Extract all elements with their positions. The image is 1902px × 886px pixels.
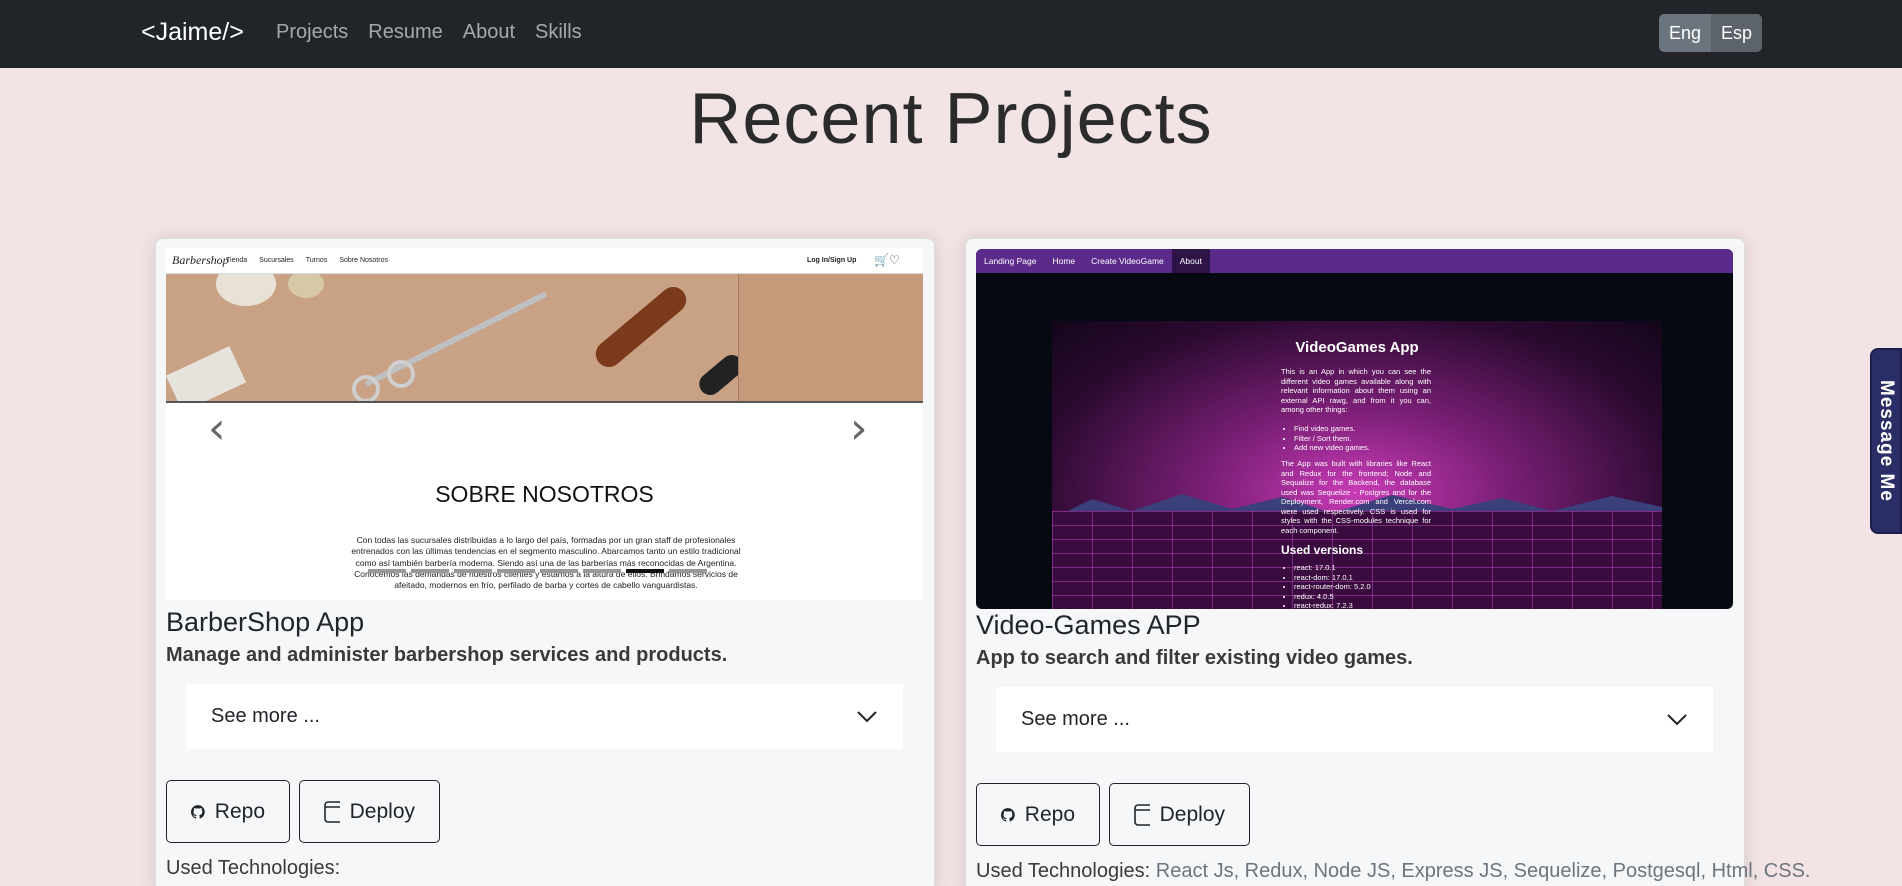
- browser-window-icon: [1134, 803, 1150, 826]
- screenshot-stack: The App was built with libraries like Re…: [1281, 459, 1431, 535]
- hero-next-slide: [738, 274, 923, 403]
- screenshot-nav-item: Home: [1052, 256, 1076, 266]
- carousel-prev-icon[interactable]: ‹: [208, 403, 226, 454]
- screenshot-nav-item: Sobre Nosotros: [339, 257, 388, 264]
- screenshot-nav-item-active: About: [1171, 249, 1210, 273]
- see-more-label: See more ...: [1021, 708, 1130, 730]
- used-technologies-label: Used Technologies:: [166, 857, 341, 879]
- nav-link-about[interactable]: About: [463, 21, 515, 44]
- screenshot-navbar: Barbershop Tienda Sucursales Turnos Sobr…: [166, 248, 923, 274]
- carousel-indicator[interactable]: [540, 569, 578, 573]
- project-card-videogames: Landing Page Home Create VideoGame About…: [965, 238, 1810, 886]
- deploy-button[interactable]: Deploy: [1109, 783, 1250, 846]
- screenshot-navbar: Landing Page Home Create VideoGame About: [976, 249, 1733, 273]
- see-more-accordion[interactable]: See more ...: [186, 684, 903, 749]
- screenshot-nav-item: Sucursales: [259, 257, 294, 264]
- message-me-label: Message Me: [1876, 380, 1897, 502]
- carousel-indicator-active[interactable]: [626, 569, 664, 573]
- deploy-button-label: Deploy: [349, 799, 415, 823]
- project-title: Video-Games APP: [976, 610, 1201, 640]
- screenshot-versions: react: 17.0.1 react-dom: 17.0.1 react-ro…: [1294, 563, 1371, 609]
- carousel-indicator[interactable]: [497, 569, 535, 573]
- lang-esp-button[interactable]: Esp: [1711, 14, 1763, 52]
- carousel-indicator[interactable]: [583, 569, 621, 573]
- project-description: Manage and administer barbershop service…: [166, 644, 728, 666]
- nav-links: Projects Resume About Skills: [276, 21, 582, 44]
- carousel-indicators: [368, 569, 707, 573]
- deploy-button[interactable]: Deploy: [299, 780, 440, 843]
- used-technologies: Used Technologies:: [166, 857, 340, 880]
- screenshot-heading: SOBRE NOSOTROS: [435, 481, 654, 507]
- project-card-barbershop: Barbershop Tienda Sucursales Turnos Sobr…: [155, 238, 935, 886]
- used-technologies: Used Technologies: React Js, Redux, Node…: [976, 860, 1810, 883]
- screenshot-versions-title: Used versions: [1281, 543, 1364, 557]
- screenshot-nav-item: Landing Page: [984, 256, 1037, 266]
- repo-button[interactable]: Repo: [976, 783, 1100, 846]
- nav-link-projects[interactable]: Projects: [276, 21, 348, 44]
- project-description: App to search and filter existing video …: [976, 647, 1413, 669]
- screenshot-nav-item: Turnos: [305, 257, 328, 264]
- carousel-indicator[interactable]: [368, 569, 406, 573]
- repo-button-label: Repo: [1024, 802, 1075, 826]
- nav-link-resume[interactable]: Resume: [368, 21, 442, 44]
- github-icon: [191, 804, 205, 819]
- page-title: Recent Projects: [689, 79, 1213, 159]
- carousel-indicator[interactable]: [669, 569, 707, 573]
- screenshot-login: Log In/Sign Up: [807, 257, 857, 264]
- screenshot-paragraph: Con todas las sucursales distribuidas a …: [351, 535, 741, 591]
- feature-item: Find video games.: [1294, 424, 1370, 434]
- see-more-label: See more ...: [211, 705, 320, 727]
- version-item: react-redux: 7.2.3: [1294, 601, 1371, 609]
- github-icon: [1001, 807, 1015, 822]
- see-more-accordion[interactable]: See more ...: [996, 687, 1713, 752]
- screenshot-hero-image: [166, 274, 923, 403]
- feature-item: Filter / Sort them.: [1294, 434, 1370, 444]
- chevron-down-icon: [857, 710, 877, 722]
- brand-logo[interactable]: <Jaime/>: [141, 18, 244, 47]
- screenshot-title: VideoGames App: [1295, 339, 1419, 356]
- carousel-next-icon[interactable]: ›: [850, 403, 868, 454]
- project-screenshot: Barbershop Tienda Sucursales Turnos Sobr…: [166, 248, 923, 600]
- carousel-indicator[interactable]: [411, 569, 449, 573]
- navbar: <Jaime/> Projects Resume About Skills En…: [0, 0, 1902, 68]
- deploy-button-label: Deploy: [1159, 802, 1225, 826]
- message-me-tab[interactable]: Message Me: [1870, 348, 1902, 534]
- screenshot-features: Find video games. Filter / Sort them. Ad…: [1294, 424, 1370, 453]
- carousel-indicator[interactable]: [454, 569, 492, 573]
- version-item: react-router-dom: 5.2.0: [1294, 582, 1371, 592]
- used-technologies-value: React Js, Redux, Node JS, Express JS, Se…: [1155, 860, 1811, 882]
- used-technologies-label: Used Technologies:: [976, 860, 1151, 882]
- nav-link-skills[interactable]: Skills: [535, 21, 582, 44]
- version-item: redux: 4.0.5: [1294, 592, 1371, 602]
- version-item: react-dom: 17.0.1: [1294, 573, 1371, 583]
- browser-window-icon: [324, 800, 340, 823]
- repo-button[interactable]: Repo: [166, 780, 290, 843]
- project-screenshot: Landing Page Home Create VideoGame About…: [976, 249, 1733, 609]
- repo-button-label: Repo: [214, 799, 265, 823]
- lang-eng-button[interactable]: Eng: [1659, 14, 1712, 52]
- language-switcher: Eng Esp: [1659, 14, 1763, 52]
- screenshot-nav-item: Create VideoGame: [1091, 256, 1164, 266]
- screenshot-nav-item: Tienda: [226, 257, 248, 264]
- screenshot-intro: This is an App in which you can see the …: [1281, 367, 1431, 414]
- chevron-down-icon: [1667, 713, 1687, 725]
- project-title: BarberShop App: [166, 607, 365, 637]
- feature-item: Add new video games.: [1294, 443, 1370, 453]
- version-item: react: 17.0.1: [1294, 563, 1371, 573]
- cart-heart-icon: 🛒♡: [874, 253, 900, 267]
- screenshot-logo: Barbershop: [172, 253, 229, 267]
